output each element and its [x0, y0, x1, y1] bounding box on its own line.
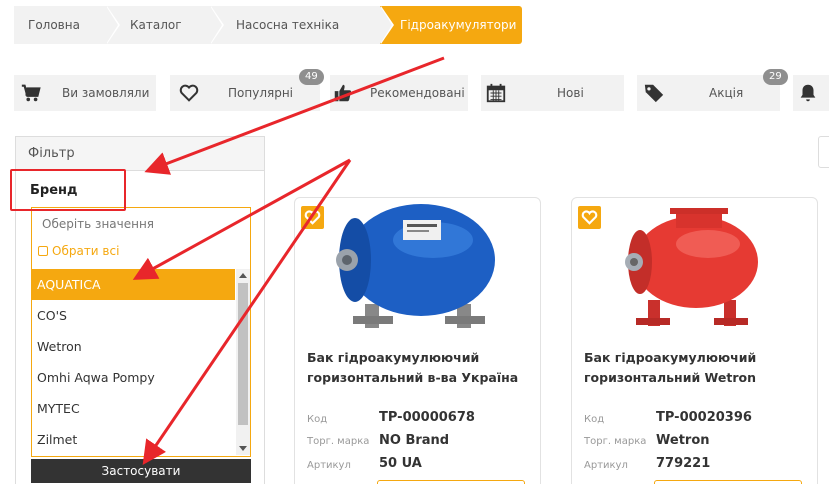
scroll-down-icon[interactable] — [239, 446, 247, 451]
code-label: Код — [307, 414, 328, 425]
select-all-label: Обрати всі — [52, 244, 120, 258]
tab-label: Нові — [557, 86, 584, 100]
sort-control[interactable] — [818, 136, 829, 168]
product-card[interactable]: Бак гідроакумулюючий горизонтальний в-ва… — [294, 197, 541, 484]
breadcrumb-label: Головна — [28, 18, 80, 32]
heart-icon — [179, 84, 199, 102]
tab-ordered[interactable]: Ви замовляли — [14, 75, 156, 111]
calendar-icon — [486, 83, 506, 103]
product-brand: NO Brand — [379, 433, 450, 448]
brand-options-list: AQUATICA CO'S Wetron Omhi Aqwa Pompy MYT… — [32, 269, 235, 455]
code-label: Код — [584, 414, 605, 425]
product-article: 779221 — [656, 456, 711, 471]
breadcrumb-hydroaccumulators: Гідроакумулятори — [380, 6, 522, 44]
heart-icon — [304, 210, 321, 225]
checkbox-icon — [38, 246, 48, 256]
breadcrumb-home[interactable]: Головна — [14, 6, 120, 44]
brand-option-wetron[interactable]: Wetron — [32, 331, 235, 362]
brand-label: Торг. марка — [584, 436, 647, 447]
breadcrumb-label: Каталог — [130, 18, 182, 32]
product-image[interactable] — [610, 200, 780, 332]
article-label: Артикул — [584, 460, 628, 471]
tab-new[interactable]: Нові — [481, 75, 624, 111]
product-code: TP-00000678 — [379, 410, 475, 425]
brand-option-zilmet[interactable]: Zilmet — [32, 424, 235, 455]
breadcrumb-pump-equipment[interactable]: Насосна техніка — [210, 6, 394, 44]
breadcrumb-catalog[interactable]: Каталог — [106, 6, 224, 44]
brand-dropdown: Оберіть значення Обрати всі AQUATICA CO'… — [31, 207, 251, 457]
dropdown-scrollbar[interactable] — [236, 269, 250, 455]
favorite-button[interactable] — [578, 206, 601, 229]
select-all-checkbox[interactable]: Обрати всі — [38, 244, 119, 258]
product-action-button[interactable] — [377, 480, 525, 484]
cart-icon — [21, 84, 41, 102]
scrollbar-thumb[interactable] — [238, 283, 248, 425]
tab-sale[interactable]: Акція — [637, 75, 780, 111]
product-brand: Wetron — [656, 433, 710, 448]
tag-icon — [644, 84, 664, 103]
brand-option-mytec[interactable]: MYTEC — [32, 393, 235, 424]
product-action-button[interactable] — [654, 480, 802, 484]
favorite-button[interactable] — [301, 206, 324, 229]
tab-label: Ви замовляли — [62, 86, 150, 100]
bell-icon — [800, 84, 816, 102]
brand-label: Торг. марка — [307, 436, 370, 447]
heart-icon — [581, 210, 598, 225]
brand-option-cos[interactable]: CO'S — [32, 300, 235, 331]
breadcrumb: Головна Каталог Насосна техніка Гідроаку… — [14, 6, 522, 44]
product-name[interactable]: Бак гідроакумулюючий горизонтальний в-ва… — [307, 348, 532, 388]
brand-option-omhi[interactable]: Omhi Aqwa Pompy — [32, 362, 235, 393]
product-name[interactable]: Бак гідроакумулюючий горизонтальний Wetr… — [584, 348, 809, 388]
tab-recommended[interactable]: Рекомендовані — [330, 75, 468, 111]
tab-label: Популярні — [228, 86, 293, 100]
product-article: 50 UA — [379, 456, 422, 471]
breadcrumb-label: Насосна техніка — [236, 18, 340, 32]
tab-popular[interactable]: Популярні — [170, 75, 320, 111]
brand-option-aquatica[interactable]: AQUATICA — [32, 269, 235, 300]
thumbs-up-icon — [334, 84, 352, 102]
annotation-highlight-box — [10, 169, 126, 211]
sale-count-badge: 29 — [763, 69, 788, 85]
tab-label: Рекомендовані — [370, 86, 465, 100]
scroll-up-icon[interactable] — [239, 273, 247, 278]
breadcrumb-label: Гідроакумулятори — [400, 18, 517, 32]
tab-notifications[interactable] — [793, 75, 829, 111]
popular-count-badge: 49 — [299, 69, 324, 85]
tab-label: Акція — [709, 86, 744, 100]
brand-search-input[interactable]: Оберіть значення — [38, 212, 244, 236]
filter-title: Фільтр — [16, 137, 264, 171]
article-label: Артикул — [307, 460, 351, 471]
product-code: TP-00020396 — [656, 410, 752, 425]
product-image[interactable] — [333, 200, 503, 332]
product-card[interactable]: Бак гідроакумулюючий горизонтальний Wetr… — [571, 197, 818, 484]
apply-filter-button[interactable]: Застосувати — [31, 459, 251, 483]
